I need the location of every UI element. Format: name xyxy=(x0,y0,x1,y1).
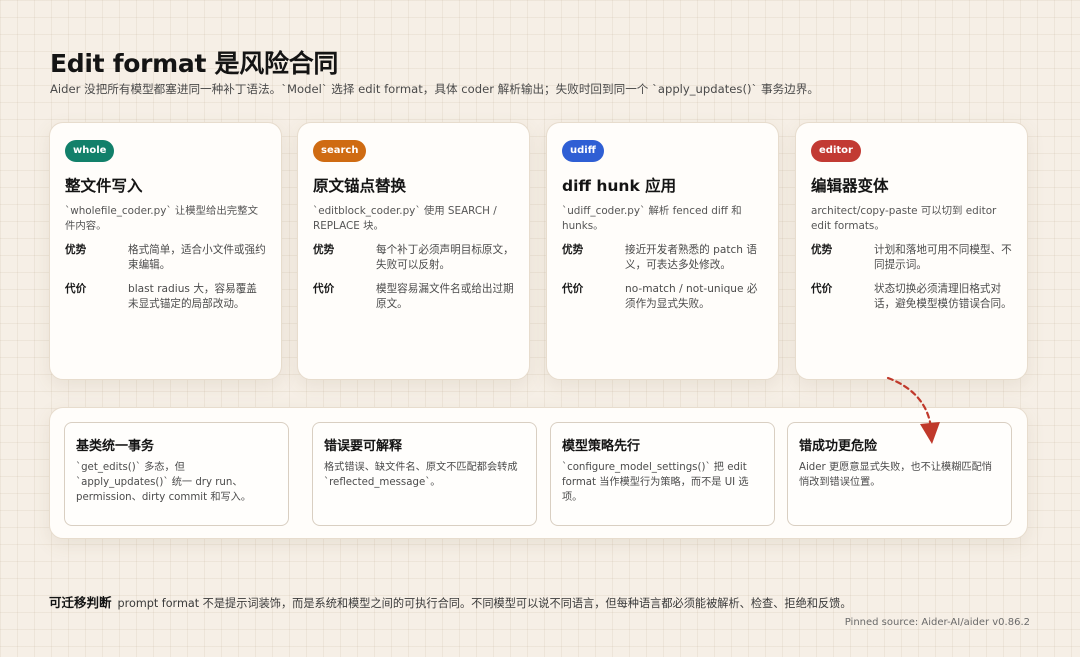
pro-row: 优势 计划和落地可用不同模型、不同提示词。 xyxy=(811,243,1013,273)
card-whole: whole 整文件写入 `wholefile_coder.py` 让模型给出完整… xyxy=(49,122,282,380)
cost-label: 代价 xyxy=(313,283,335,295)
principle-description: Aider 更愿意显式失败，也不让模糊匹配悄悄改到错误位置。 xyxy=(799,462,992,488)
footer-label: 可迁移判断 xyxy=(49,595,112,610)
card-editor: editor 编辑器变体 architect/copy-paste 可以切到 e… xyxy=(795,122,1028,380)
card-udiff: udiff diff hunk 应用 `udiff_coder.py` 解析 f… xyxy=(546,122,779,380)
principle-title: 错误要可解释 xyxy=(324,439,403,454)
footer-note: 可迁移判断 prompt format 不是提示词装饰，而是系统和模型之间的可执行… xyxy=(49,592,852,611)
card-description: architect/copy-paste 可以切到 editor edit fo… xyxy=(811,205,997,232)
pro-text: 接近开发者熟悉的 patch 语义，可表达多处修改。 xyxy=(625,244,757,271)
principle-title: 模型策略先行 xyxy=(562,439,641,454)
pro-row: 优势 接近开发者熟悉的 patch 语义，可表达多处修改。 xyxy=(562,243,764,273)
footer-text: prompt format 不是提示词装饰，而是系统和模型之间的可执行合同。不同… xyxy=(117,597,852,610)
principle-card: 基类统一事务 `get_edits()` 多态，但 `apply_updates… xyxy=(64,422,289,526)
page-subtitle: Aider 没把所有模型都塞进同一种补丁语法。`Model` 选择 edit f… xyxy=(50,82,819,96)
tag-badge-editor: editor xyxy=(811,140,861,162)
principle-description: `get_edits()` 多态，但 `apply_updates()` 统一 … xyxy=(76,462,252,503)
source-note: Pinned source: Aider-AI/aider v0.86.2 xyxy=(844,617,1030,628)
cost-label: 代价 xyxy=(811,283,833,295)
cost-text: blast radius 大，容易覆盖未显式锚定的局部改动。 xyxy=(128,283,257,310)
cost-text: 状态切换必须清理旧格式对话，避免模型模仿错误合同。 xyxy=(874,283,1012,310)
pro-text: 格式简单，适合小文件或强约束编辑。 xyxy=(128,244,266,271)
cost-text: no-match / not-unique 必须作为显式失败。 xyxy=(625,283,758,310)
principle-description: 格式错误、缺文件名、原文不匹配都会转成 `reflected_message`。 xyxy=(324,462,518,488)
principle-title: 基类统一事务 xyxy=(76,439,155,454)
pro-label: 优势 xyxy=(65,244,87,256)
tag-badge-udiff: udiff xyxy=(562,140,604,162)
card-description: `udiff_coder.py` 解析 fenced diff 和 hunks。 xyxy=(562,205,742,232)
dashed-arrow-icon xyxy=(886,376,940,444)
card-title: diff hunk 应用 xyxy=(562,177,677,195)
pro-text: 每个补丁必须声明目标原文，失败可以反射。 xyxy=(376,244,514,271)
cost-text: 模型容易漏文件名或给出过期原文。 xyxy=(376,283,514,310)
pro-row: 优势 每个补丁必须声明目标原文，失败可以反射。 xyxy=(313,243,515,273)
pro-label: 优势 xyxy=(811,244,833,256)
cost-label: 代价 xyxy=(562,283,584,295)
card-description: `editblock_coder.py` 使用 SEARCH / REPLACE… xyxy=(313,205,497,232)
card-title: 原文锚点替换 xyxy=(313,177,407,195)
card-search: search 原文锚点替换 `editblock_coder.py` 使用 SE… xyxy=(297,122,530,380)
principle-card: 模型策略先行 `configure_model_settings()` 把 ed… xyxy=(550,422,775,526)
cost-label: 代价 xyxy=(65,283,87,295)
cost-row: 代价 模型容易漏文件名或给出过期原文。 xyxy=(313,282,515,312)
page-title: Edit format 是风险合同 xyxy=(50,49,339,78)
card-description: `wholefile_coder.py` 让模型给出完整文件内容。 xyxy=(65,205,258,232)
cost-row: 代价 no-match / not-unique 必须作为显式失败。 xyxy=(562,282,764,312)
cost-row: 代价 状态切换必须清理旧格式对话，避免模型模仿错误合同。 xyxy=(811,282,1013,312)
pro-label: 优势 xyxy=(562,244,584,256)
pro-row: 优势 格式简单，适合小文件或强约束编辑。 xyxy=(65,243,267,273)
card-title: 整文件写入 xyxy=(65,177,143,195)
pro-label: 优势 xyxy=(313,244,335,256)
tag-badge-whole: whole xyxy=(65,140,115,162)
principle-description: `configure_model_settings()` 把 edit form… xyxy=(562,462,749,503)
pro-text: 计划和落地可用不同模型、不同提示词。 xyxy=(874,244,1012,271)
card-title: 编辑器变体 xyxy=(811,177,889,195)
tag-badge-search: search xyxy=(313,140,367,162)
principle-card: 错误要可解释 格式错误、缺文件名、原文不匹配都会转成 `reflected_me… xyxy=(312,422,537,526)
cost-row: 代价 blast radius 大，容易覆盖未显式锚定的局部改动。 xyxy=(65,282,267,312)
